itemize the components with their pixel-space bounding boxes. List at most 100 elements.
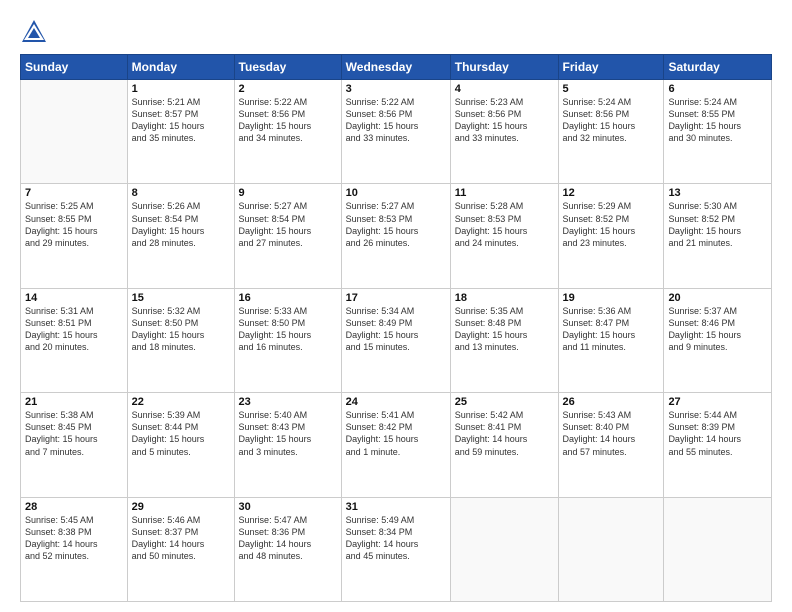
day-info: Sunrise: 5:26 AM Sunset: 8:54 PM Dayligh…: [132, 200, 230, 249]
day-number: 5: [563, 83, 660, 95]
calendar-cell: 14Sunrise: 5:31 AM Sunset: 8:51 PM Dayli…: [21, 288, 128, 392]
day-info: Sunrise: 5:47 AM Sunset: 8:36 PM Dayligh…: [239, 514, 337, 563]
calendar-cell: 21Sunrise: 5:38 AM Sunset: 8:45 PM Dayli…: [21, 393, 128, 497]
day-number: 25: [455, 396, 554, 408]
weekday-header-saturday: Saturday: [664, 55, 772, 80]
day-number: 2: [239, 83, 337, 95]
day-number: 12: [563, 187, 660, 199]
calendar-cell: 5Sunrise: 5:24 AM Sunset: 8:56 PM Daylig…: [558, 80, 664, 184]
day-info: Sunrise: 5:43 AM Sunset: 8:40 PM Dayligh…: [563, 409, 660, 458]
calendar-cell: 20Sunrise: 5:37 AM Sunset: 8:46 PM Dayli…: [664, 288, 772, 392]
day-info: Sunrise: 5:46 AM Sunset: 8:37 PM Dayligh…: [132, 514, 230, 563]
calendar-cell: 28Sunrise: 5:45 AM Sunset: 8:38 PM Dayli…: [21, 497, 128, 601]
calendar-cell: 11Sunrise: 5:28 AM Sunset: 8:53 PM Dayli…: [450, 184, 558, 288]
day-number: 19: [563, 292, 660, 304]
calendar-cell: 15Sunrise: 5:32 AM Sunset: 8:50 PM Dayli…: [127, 288, 234, 392]
day-info: Sunrise: 5:37 AM Sunset: 8:46 PM Dayligh…: [668, 305, 767, 354]
day-number: 27: [668, 396, 767, 408]
day-number: 23: [239, 396, 337, 408]
weekday-header-friday: Friday: [558, 55, 664, 80]
calendar-cell: 19Sunrise: 5:36 AM Sunset: 8:47 PM Dayli…: [558, 288, 664, 392]
day-number: 31: [346, 501, 446, 513]
day-number: 20: [668, 292, 767, 304]
calendar-cell: 3Sunrise: 5:22 AM Sunset: 8:56 PM Daylig…: [341, 80, 450, 184]
calendar-cell: 17Sunrise: 5:34 AM Sunset: 8:49 PM Dayli…: [341, 288, 450, 392]
day-info: Sunrise: 5:36 AM Sunset: 8:47 PM Dayligh…: [563, 305, 660, 354]
day-number: 16: [239, 292, 337, 304]
day-info: Sunrise: 5:42 AM Sunset: 8:41 PM Dayligh…: [455, 409, 554, 458]
calendar-cell: 31Sunrise: 5:49 AM Sunset: 8:34 PM Dayli…: [341, 497, 450, 601]
calendar-cell: 29Sunrise: 5:46 AM Sunset: 8:37 PM Dayli…: [127, 497, 234, 601]
day-info: Sunrise: 5:45 AM Sunset: 8:38 PM Dayligh…: [25, 514, 123, 563]
day-number: 24: [346, 396, 446, 408]
day-number: 3: [346, 83, 446, 95]
day-info: Sunrise: 5:27 AM Sunset: 8:53 PM Dayligh…: [346, 200, 446, 249]
week-row-5: 28Sunrise: 5:45 AM Sunset: 8:38 PM Dayli…: [21, 497, 772, 601]
day-number: 9: [239, 187, 337, 199]
day-number: 14: [25, 292, 123, 304]
calendar-cell: [21, 80, 128, 184]
calendar-cell: [450, 497, 558, 601]
day-number: 11: [455, 187, 554, 199]
weekday-header-wednesday: Wednesday: [341, 55, 450, 80]
calendar-cell: 25Sunrise: 5:42 AM Sunset: 8:41 PM Dayli…: [450, 393, 558, 497]
day-number: 21: [25, 396, 123, 408]
day-info: Sunrise: 5:44 AM Sunset: 8:39 PM Dayligh…: [668, 409, 767, 458]
day-info: Sunrise: 5:39 AM Sunset: 8:44 PM Dayligh…: [132, 409, 230, 458]
day-info: Sunrise: 5:33 AM Sunset: 8:50 PM Dayligh…: [239, 305, 337, 354]
calendar-cell: [664, 497, 772, 601]
day-number: 28: [25, 501, 123, 513]
week-row-3: 14Sunrise: 5:31 AM Sunset: 8:51 PM Dayli…: [21, 288, 772, 392]
day-number: 15: [132, 292, 230, 304]
calendar-cell: 13Sunrise: 5:30 AM Sunset: 8:52 PM Dayli…: [664, 184, 772, 288]
week-row-2: 7Sunrise: 5:25 AM Sunset: 8:55 PM Daylig…: [21, 184, 772, 288]
day-info: Sunrise: 5:32 AM Sunset: 8:50 PM Dayligh…: [132, 305, 230, 354]
day-info: Sunrise: 5:21 AM Sunset: 8:57 PM Dayligh…: [132, 96, 230, 145]
calendar-cell: 2Sunrise: 5:22 AM Sunset: 8:56 PM Daylig…: [234, 80, 341, 184]
calendar-cell: 9Sunrise: 5:27 AM Sunset: 8:54 PM Daylig…: [234, 184, 341, 288]
day-number: 22: [132, 396, 230, 408]
calendar-cell: 30Sunrise: 5:47 AM Sunset: 8:36 PM Dayli…: [234, 497, 341, 601]
day-info: Sunrise: 5:22 AM Sunset: 8:56 PM Dayligh…: [239, 96, 337, 145]
logo-icon: [20, 18, 48, 46]
day-number: 18: [455, 292, 554, 304]
day-number: 29: [132, 501, 230, 513]
calendar-cell: 10Sunrise: 5:27 AM Sunset: 8:53 PM Dayli…: [341, 184, 450, 288]
day-number: 30: [239, 501, 337, 513]
day-info: Sunrise: 5:49 AM Sunset: 8:34 PM Dayligh…: [346, 514, 446, 563]
day-number: 17: [346, 292, 446, 304]
day-number: 6: [668, 83, 767, 95]
day-info: Sunrise: 5:30 AM Sunset: 8:52 PM Dayligh…: [668, 200, 767, 249]
weekday-header-monday: Monday: [127, 55, 234, 80]
calendar-cell: 6Sunrise: 5:24 AM Sunset: 8:55 PM Daylig…: [664, 80, 772, 184]
calendar-cell: 16Sunrise: 5:33 AM Sunset: 8:50 PM Dayli…: [234, 288, 341, 392]
weekday-header-tuesday: Tuesday: [234, 55, 341, 80]
calendar-cell: 1Sunrise: 5:21 AM Sunset: 8:57 PM Daylig…: [127, 80, 234, 184]
day-info: Sunrise: 5:24 AM Sunset: 8:55 PM Dayligh…: [668, 96, 767, 145]
day-number: 8: [132, 187, 230, 199]
week-row-1: 1Sunrise: 5:21 AM Sunset: 8:57 PM Daylig…: [21, 80, 772, 184]
calendar-table: SundayMondayTuesdayWednesdayThursdayFrid…: [20, 54, 772, 602]
page: SundayMondayTuesdayWednesdayThursdayFrid…: [0, 0, 792, 612]
day-number: 13: [668, 187, 767, 199]
calendar-cell: 7Sunrise: 5:25 AM Sunset: 8:55 PM Daylig…: [21, 184, 128, 288]
day-number: 26: [563, 396, 660, 408]
day-info: Sunrise: 5:38 AM Sunset: 8:45 PM Dayligh…: [25, 409, 123, 458]
day-info: Sunrise: 5:22 AM Sunset: 8:56 PM Dayligh…: [346, 96, 446, 145]
weekday-header-thursday: Thursday: [450, 55, 558, 80]
day-number: 10: [346, 187, 446, 199]
day-info: Sunrise: 5:31 AM Sunset: 8:51 PM Dayligh…: [25, 305, 123, 354]
calendar-cell: [558, 497, 664, 601]
header: [20, 18, 772, 46]
day-info: Sunrise: 5:27 AM Sunset: 8:54 PM Dayligh…: [239, 200, 337, 249]
calendar-cell: 22Sunrise: 5:39 AM Sunset: 8:44 PM Dayli…: [127, 393, 234, 497]
day-info: Sunrise: 5:35 AM Sunset: 8:48 PM Dayligh…: [455, 305, 554, 354]
calendar-cell: 27Sunrise: 5:44 AM Sunset: 8:39 PM Dayli…: [664, 393, 772, 497]
calendar-cell: 18Sunrise: 5:35 AM Sunset: 8:48 PM Dayli…: [450, 288, 558, 392]
day-info: Sunrise: 5:23 AM Sunset: 8:56 PM Dayligh…: [455, 96, 554, 145]
calendar-cell: 12Sunrise: 5:29 AM Sunset: 8:52 PM Dayli…: [558, 184, 664, 288]
day-number: 1: [132, 83, 230, 95]
day-number: 4: [455, 83, 554, 95]
logo: [20, 18, 52, 46]
calendar-cell: 4Sunrise: 5:23 AM Sunset: 8:56 PM Daylig…: [450, 80, 558, 184]
